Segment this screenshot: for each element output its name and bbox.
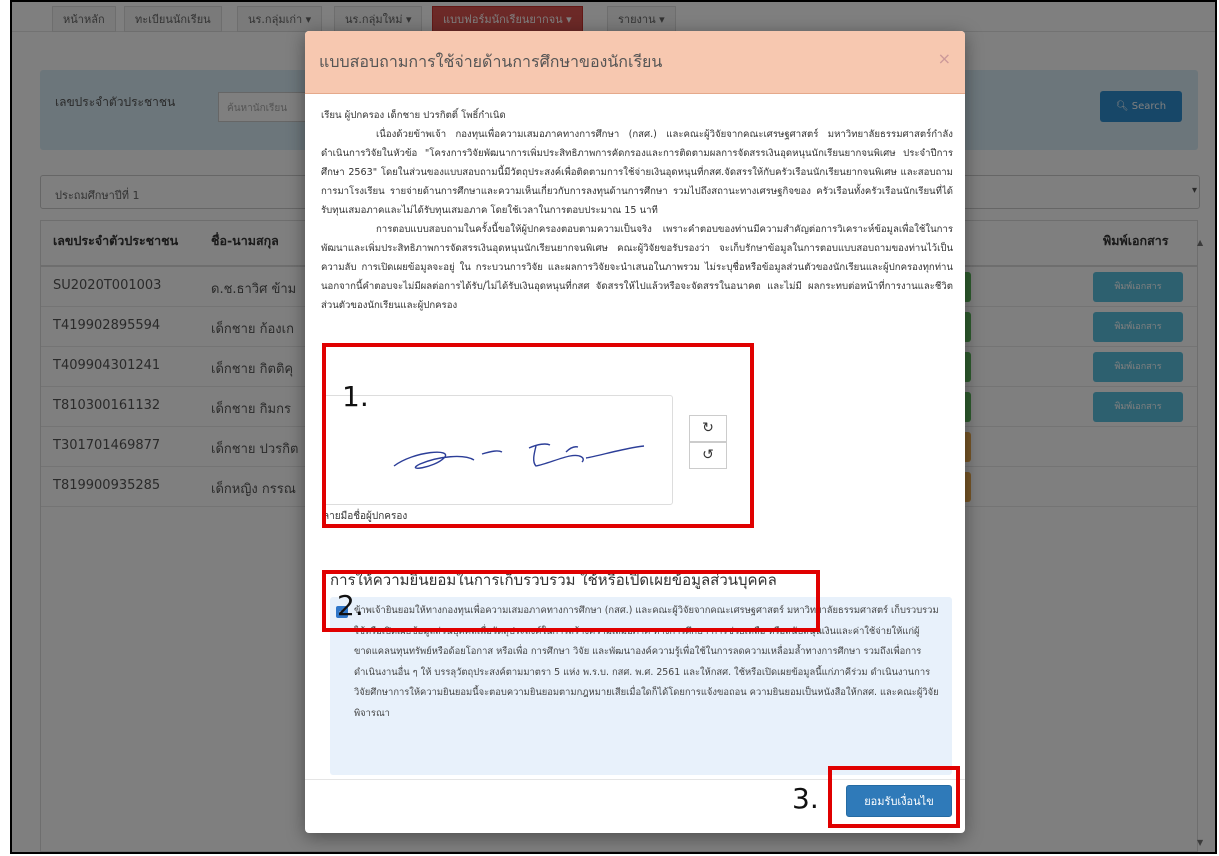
close-icon[interactable]: × xyxy=(938,49,951,68)
survey-letter: เรียน ผู้ปกครอง เด็กชาย ปวรกิตติ์ โพธิ์ก… xyxy=(321,106,953,315)
modal-title: แบบสอบถามการใช้จ่ายด้านการศึกษาของนักเรี… xyxy=(319,52,663,71)
annotation-number-2: 2. xyxy=(337,589,364,622)
letter-paragraph-2: การตอบแบบสอบถามในครั้งนี้ขอให้ผู้ปกครองต… xyxy=(321,224,953,311)
screenshot-frame: หน้าหลัก ทะเบียนนักเรียน นร.กลุ่มเก่า ▾ … xyxy=(10,0,1217,854)
annotation-number-3: 3. xyxy=(792,782,819,815)
letter-paragraph-1: เนื่องด้วยข้าพเจ้า กองทุนเพื่อความเสมอภา… xyxy=(321,129,953,216)
modal-header: แบบสอบถามการใช้จ่ายด้านการศึกษาของนักเรี… xyxy=(305,31,965,94)
letter-greeting: เรียน ผู้ปกครอง เด็กชาย ปวรกิตติ์ โพธิ์ก… xyxy=(321,110,506,121)
page: หน้าหลัก ทะเบียนนักเรียน นร.กลุ่มเก่า ▾ … xyxy=(12,2,1215,852)
annotation-number-1: 1. xyxy=(342,380,369,413)
annotation-box-1 xyxy=(322,343,754,528)
annotation-box-2 xyxy=(322,570,820,632)
annotation-box-3 xyxy=(828,766,960,828)
